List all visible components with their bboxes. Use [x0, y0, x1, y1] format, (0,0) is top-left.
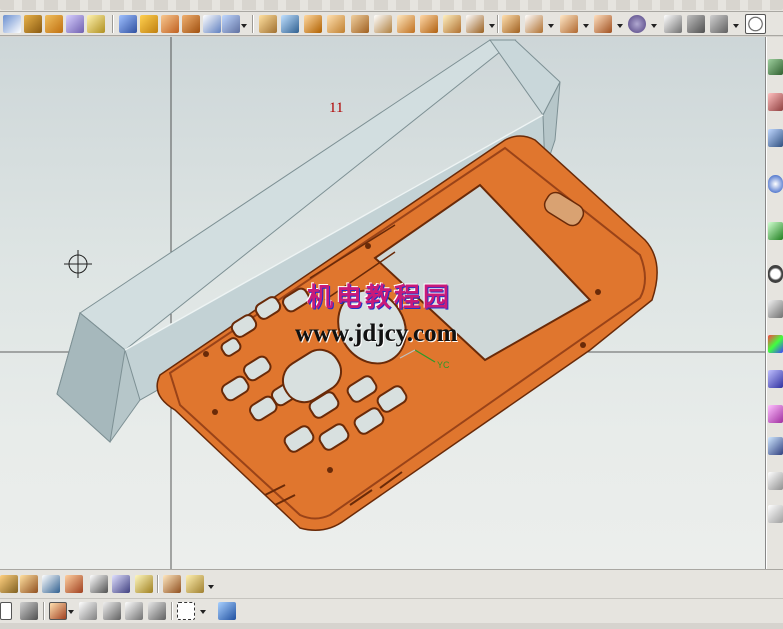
- trim-dropdown-icon[interactable]: [241, 24, 247, 28]
- document-icon[interactable]: [768, 472, 783, 490]
- window-select-icon[interactable]: [177, 602, 195, 620]
- render-icon[interactable]: [664, 15, 682, 33]
- sketch-icon[interactable]: [3, 15, 21, 33]
- top-menu-toolbar: [0, 0, 783, 12]
- cube-icon[interactable]: [218, 602, 236, 620]
- assembly-icon[interactable]: [768, 59, 783, 75]
- blend-icon[interactable]: [140, 15, 158, 33]
- extrude-icon[interactable]: [45, 15, 63, 33]
- history-icon[interactable]: [768, 222, 783, 240]
- info-icon[interactable]: [768, 175, 783, 193]
- pattern-icon[interactable]: [351, 15, 369, 33]
- sync-icon[interactable]: [119, 15, 137, 33]
- cursor-crosshair-icon: [64, 250, 92, 278]
- section-dropdown-icon[interactable]: [583, 24, 589, 28]
- note-icon[interactable]: [186, 575, 204, 593]
- menu-icon-row[interactable]: [0, 0, 783, 10]
- status-bar: [0, 623, 783, 629]
- selection-toolbar: [0, 598, 783, 624]
- selection-filter-icon[interactable]: [0, 602, 12, 620]
- patch-icon[interactable]: [443, 15, 461, 33]
- shade-icon[interactable]: [594, 15, 612, 33]
- document2-icon[interactable]: [768, 505, 783, 523]
- wcs-icon[interactable]: [103, 602, 121, 620]
- cylinder-icon[interactable]: [66, 15, 84, 33]
- surface-icon[interactable]: [466, 15, 484, 33]
- clock-icon[interactable]: [745, 14, 766, 34]
- roles-icon[interactable]: [768, 370, 783, 388]
- section-icon[interactable]: [560, 15, 578, 33]
- analysis-dropdown-icon[interactable]: [548, 24, 554, 28]
- mid-point-icon[interactable]: [65, 575, 83, 593]
- resource-bar: [766, 37, 783, 569]
- render-dropdown-icon[interactable]: [733, 24, 739, 28]
- web-icon[interactable]: [768, 405, 783, 423]
- render2-icon[interactable]: [687, 15, 705, 33]
- palette-icon[interactable]: [768, 335, 783, 353]
- note-dropdown-icon[interactable]: [208, 585, 214, 589]
- chamfer-icon[interactable]: [161, 15, 179, 33]
- snap-toolbar: [0, 569, 783, 599]
- system-icon[interactable]: [768, 300, 783, 318]
- point-icon[interactable]: [20, 575, 38, 593]
- analysis-icon[interactable]: [525, 15, 543, 33]
- control-point-icon[interactable]: [90, 575, 108, 593]
- dimension-icon[interactable]: [163, 575, 181, 593]
- wireframe-icon[interactable]: [628, 15, 646, 33]
- layer-icon[interactable]: [768, 93, 783, 111]
- display-icon[interactable]: [768, 437, 783, 455]
- feature-toolbar: [0, 12, 783, 36]
- box-icon[interactable]: [24, 15, 42, 33]
- hole-icon[interactable]: [87, 15, 105, 33]
- shade-dropdown-icon[interactable]: [617, 24, 623, 28]
- draft-icon[interactable]: [203, 15, 221, 33]
- wireframe-dropdown-icon[interactable]: [651, 24, 657, 28]
- sew-icon[interactable]: [420, 15, 438, 33]
- end-point-icon[interactable]: [42, 575, 60, 593]
- undo-icon[interactable]: [79, 602, 97, 620]
- intersection-icon[interactable]: [112, 575, 130, 593]
- measure-icon[interactable]: [502, 15, 520, 33]
- move-icon[interactable]: [125, 602, 143, 620]
- center-icon[interactable]: [135, 575, 153, 593]
- component-dropdown-icon[interactable]: [68, 610, 74, 614]
- graphics-viewport[interactable]: 11 YC 机电教程园 www.jdjcy.com: [0, 37, 766, 569]
- part-nav-icon[interactable]: [768, 129, 783, 147]
- thicken-icon[interactable]: [397, 15, 415, 33]
- mirror-icon[interactable]: [327, 15, 345, 33]
- clock2-icon[interactable]: [768, 265, 783, 283]
- subtract-icon[interactable]: [281, 15, 299, 33]
- watermark-title: 机电教程园: [307, 283, 453, 313]
- watermark-url: www.jdjcy.com: [295, 320, 458, 347]
- window-select-dropdown-icon[interactable]: [200, 610, 206, 614]
- tool-icon[interactable]: [148, 602, 166, 620]
- snap-icon[interactable]: [0, 575, 18, 593]
- surface-dropdown-icon[interactable]: [489, 24, 495, 28]
- view-label: 11: [329, 100, 344, 116]
- csys-axis-label: YC: [437, 360, 450, 370]
- trim-icon[interactable]: [222, 15, 240, 33]
- shell-icon[interactable]: [182, 15, 200, 33]
- assembly-filter-icon[interactable]: [20, 602, 38, 620]
- intersect-icon[interactable]: [304, 15, 322, 33]
- render3-icon[interactable]: [710, 15, 728, 33]
- unite-icon[interactable]: [259, 15, 277, 33]
- offset-icon[interactable]: [374, 15, 392, 33]
- component-icon[interactable]: [49, 602, 67, 620]
